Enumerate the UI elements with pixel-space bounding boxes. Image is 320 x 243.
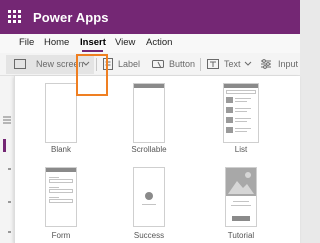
menu-insert[interactable]: Insert bbox=[80, 37, 106, 48]
active-tab-indicator bbox=[82, 50, 103, 52]
tutorial-thumbnail bbox=[225, 167, 257, 227]
menu-bar: File Home Insert View Action bbox=[0, 34, 300, 53]
image-placeholder-icon bbox=[226, 168, 256, 196]
app-launcher-icon[interactable] bbox=[8, 10, 22, 24]
tree-view-edge bbox=[0, 76, 14, 243]
tree-item[interactable] bbox=[8, 168, 11, 170]
insert-input-button[interactable]: Input bbox=[278, 59, 298, 69]
menu-file[interactable]: File bbox=[19, 37, 34, 48]
menu-action[interactable]: Action bbox=[146, 37, 172, 48]
input-icon bbox=[261, 59, 271, 69]
tree-item[interactable] bbox=[8, 201, 11, 203]
highlight-annotation bbox=[76, 54, 108, 96]
layout-label: Tutorial bbox=[227, 231, 255, 240]
insert-text-button[interactable]: Text bbox=[224, 59, 241, 69]
scrollable-thumbnail bbox=[133, 83, 165, 143]
title-bar: Power Apps bbox=[0, 0, 300, 34]
chevron-down-icon[interactable] bbox=[244, 61, 252, 67]
list-thumbnail bbox=[223, 83, 259, 143]
new-screen-dropdown: Blank Scrollable List Form Success Tutor… bbox=[14, 76, 300, 243]
layout-label: List bbox=[234, 145, 248, 154]
button-icon bbox=[152, 60, 164, 69]
blank-thumbnail bbox=[45, 83, 77, 143]
layout-label: Scrollable bbox=[131, 145, 167, 154]
menu-view[interactable]: View bbox=[115, 37, 135, 48]
tree-item[interactable] bbox=[8, 231, 11, 233]
app-title: Power Apps bbox=[33, 10, 109, 25]
text-icon bbox=[207, 59, 219, 69]
form-thumbnail bbox=[45, 167, 77, 227]
success-thumbnail bbox=[133, 167, 165, 227]
layout-label: Success bbox=[133, 231, 165, 240]
layout-label: Blank bbox=[50, 145, 71, 154]
selected-screen-marker bbox=[3, 139, 6, 152]
toolbar-separator bbox=[200, 58, 201, 71]
insert-label-button[interactable]: Label bbox=[118, 59, 140, 69]
layout-label: Form bbox=[51, 231, 71, 240]
tree-view-icon[interactable] bbox=[3, 116, 11, 124]
menu-home[interactable]: Home bbox=[44, 37, 69, 48]
new-screen-icon bbox=[14, 59, 26, 69]
insert-button-button[interactable]: Button bbox=[169, 59, 195, 69]
